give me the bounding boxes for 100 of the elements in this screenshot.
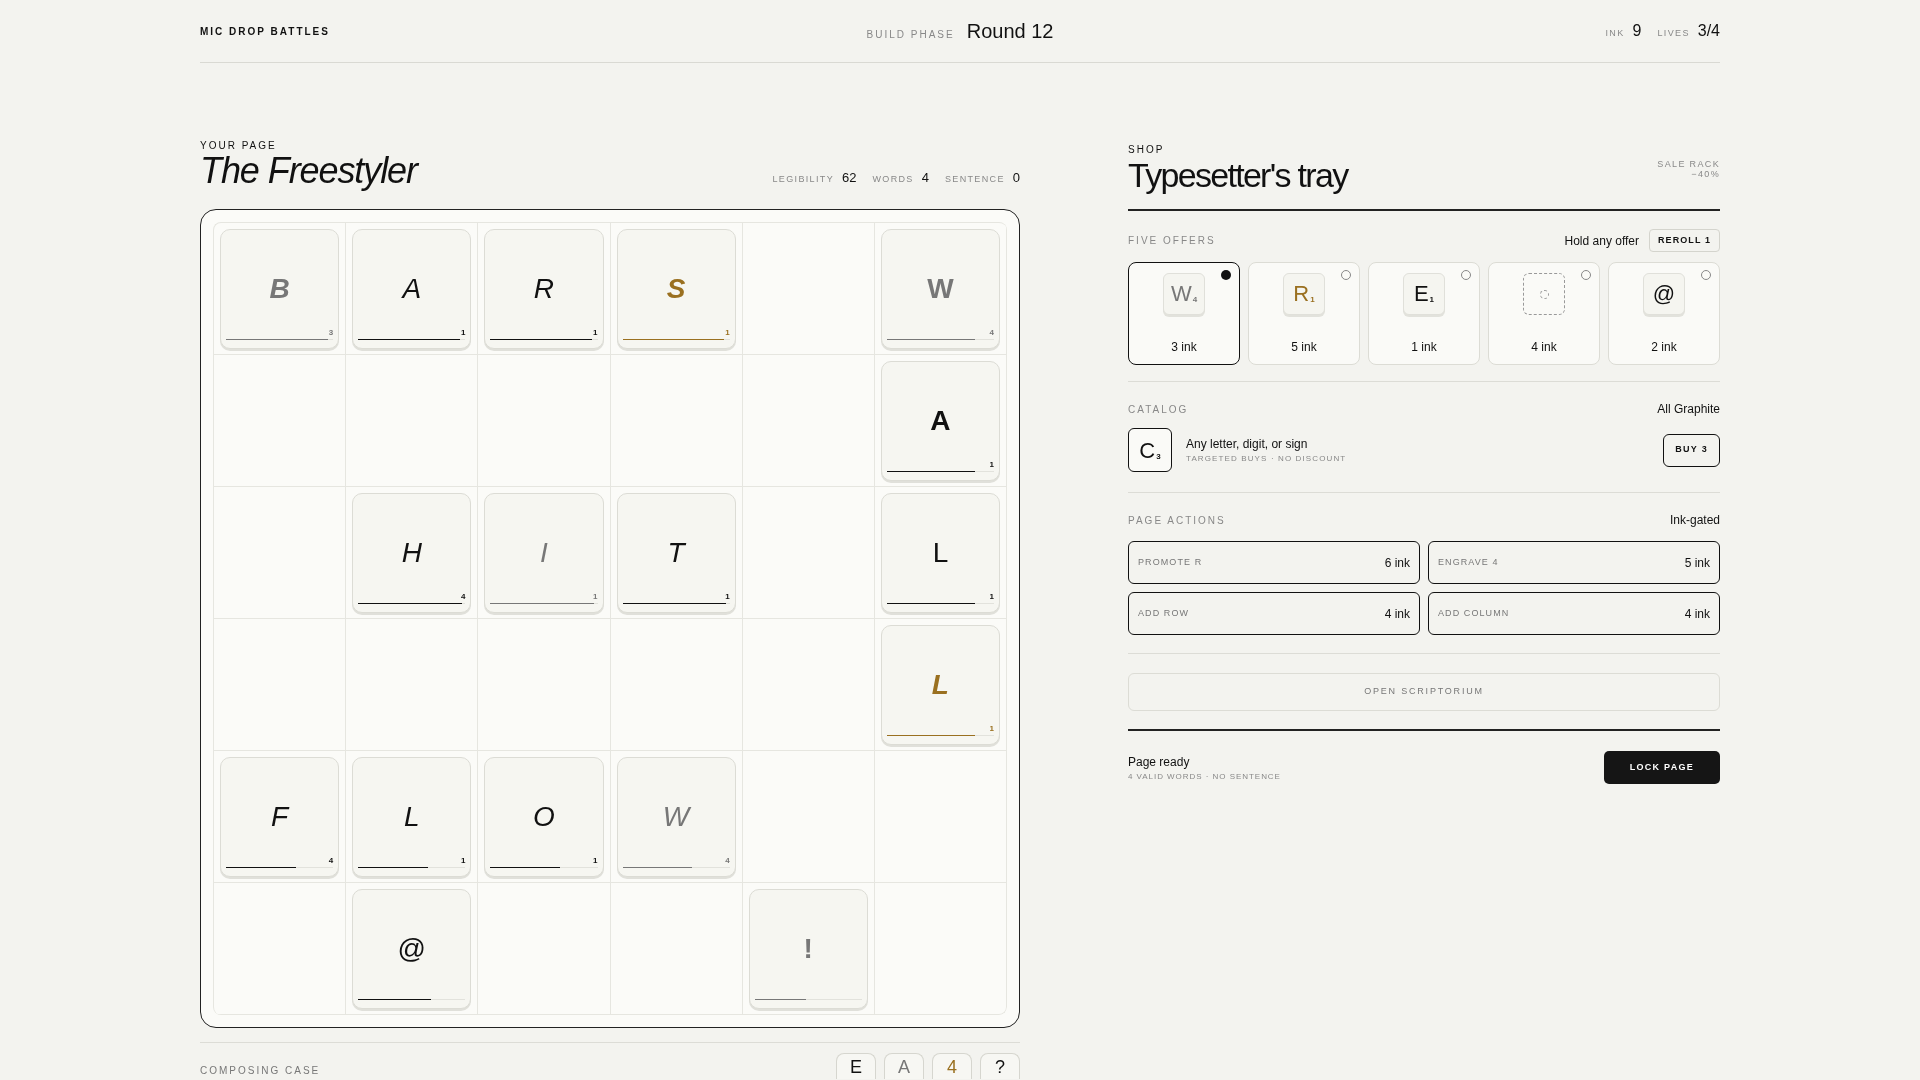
letter-tile[interactable]: R 1 bbox=[484, 229, 604, 349]
letter-tile[interactable]: F 4 bbox=[220, 757, 340, 877]
action-button[interactable]: PROMOTE R 6 ink bbox=[1128, 541, 1420, 584]
tile-letter: L bbox=[931, 671, 949, 699]
tile-points: 1 bbox=[593, 593, 598, 601]
section-label: COMPOSING CASE bbox=[200, 1064, 321, 1078]
tile-letter: S bbox=[666, 275, 686, 303]
section-eyebrow: YOUR PAGE bbox=[200, 141, 278, 151]
letter-tile[interactable]: L 1 bbox=[880, 625, 1000, 745]
offer-card[interactable]: E 1 1 ink bbox=[1368, 262, 1480, 365]
tile-points: 3 bbox=[328, 329, 334, 337]
blank-tile bbox=[1523, 273, 1565, 315]
buy-button[interactable]: BUY 3 bbox=[1663, 433, 1720, 467]
tile-points: 1 bbox=[725, 329, 730, 337]
letter-tile[interactable]: @ bbox=[352, 889, 472, 1009]
round-number: Round 12 bbox=[966, 19, 1054, 44]
letter-tile[interactable]: A bbox=[884, 1053, 924, 1079]
tile-letter: L bbox=[932, 539, 949, 567]
lock-page-button[interactable]: LOCK PAGE bbox=[1603, 751, 1720, 784]
letter-tile[interactable]: L 1 bbox=[352, 757, 472, 877]
tile-points: 1 bbox=[593, 329, 598, 337]
action-button[interactable]: ADD ROW 4 ink bbox=[1128, 592, 1420, 635]
letter-tile[interactable]: W 4 bbox=[880, 229, 1000, 349]
hint-text: Ink-gated bbox=[1669, 512, 1720, 529]
offer-price: 2 ink bbox=[1651, 339, 1677, 356]
hint-text: All Graphite bbox=[1657, 401, 1720, 418]
section-eyebrow: SHOP bbox=[1128, 145, 1166, 155]
tile-points: 1 bbox=[460, 857, 466, 865]
status-text: Page ready bbox=[1128, 753, 1191, 771]
letter-tile: R 1 bbox=[1283, 273, 1325, 315]
tile-points: 4 bbox=[328, 857, 334, 865]
sale-label: SALE RACK bbox=[1657, 159, 1720, 169]
tile-points: 1 bbox=[460, 329, 466, 337]
offer-price: 1 ink bbox=[1411, 339, 1437, 356]
letter-tile[interactable]: 4 bbox=[932, 1053, 972, 1079]
action-button[interactable]: ADD COLUMN 4 ink bbox=[1428, 592, 1720, 635]
stat-value: 3/4 bbox=[1697, 21, 1720, 41]
reroll-button[interactable]: REROLL 1 bbox=[1649, 229, 1720, 252]
letter-tile: C 3 bbox=[1128, 428, 1172, 472]
letter-tile[interactable]: E bbox=[836, 1053, 876, 1079]
tile-points: 1 bbox=[989, 593, 994, 601]
tile-letter: W bbox=[927, 275, 954, 303]
offer-card[interactable]: @ 2 ink bbox=[1608, 262, 1720, 365]
stat-value: 0 bbox=[1012, 168, 1020, 187]
offer-price: 3 ink bbox=[1171, 339, 1197, 356]
letter-tile[interactable]: S 1 bbox=[616, 229, 736, 349]
letter-tile[interactable]: I 1 bbox=[484, 493, 604, 613]
letter-tile[interactable]: H 4 bbox=[352, 493, 472, 613]
tile-points: 1 bbox=[725, 593, 730, 601]
letter-tile[interactable]: B 3 bbox=[220, 229, 340, 349]
tile-points: 1 bbox=[593, 857, 598, 865]
offer-card[interactable]: W4 3 ink bbox=[1128, 262, 1240, 365]
tile-letter: @ bbox=[397, 935, 426, 963]
letter-tile[interactable]: T 1 bbox=[616, 493, 736, 613]
letter-tile[interactable]: ! bbox=[748, 889, 868, 1009]
tile-letter: B bbox=[269, 275, 290, 303]
tile-points: 1 bbox=[989, 725, 994, 733]
shop-title: Typesetter's tray bbox=[1128, 155, 1348, 195]
letter-tile[interactable]: W 4 bbox=[616, 757, 736, 877]
tile-letter: A bbox=[402, 275, 422, 303]
scriptorium-button[interactable]: OPEN SCRIPTORIUM bbox=[1128, 673, 1720, 711]
tile-points: 4 bbox=[725, 857, 730, 865]
stat-value: 4 bbox=[921, 168, 929, 187]
tile-letter: O bbox=[533, 803, 555, 831]
tile-letter: T bbox=[667, 539, 685, 567]
action-button[interactable]: ENGRAVE 4 5 ink bbox=[1428, 541, 1720, 584]
letter-tile[interactable]: L 1 bbox=[880, 493, 1000, 613]
brand-title: MIC DROP BATTLES bbox=[200, 24, 331, 39]
letter-tile[interactable]: A 1 bbox=[880, 361, 1000, 481]
tile-letter: L bbox=[403, 803, 420, 831]
letter-tile[interactable]: O 1 bbox=[484, 757, 604, 877]
offer-card[interactable]: R 1 5 ink bbox=[1248, 262, 1360, 365]
catalog-note: TARGETED BUYS · NO DISCOUNT bbox=[1186, 453, 1348, 465]
tile-letter: F bbox=[271, 803, 289, 831]
stat-value: 9 bbox=[1632, 21, 1642, 41]
tile-letter: A bbox=[930, 407, 951, 435]
status-note: 4 VALID WORDS · NO SENTENCE bbox=[1128, 770, 1281, 783]
letter-tile: W4 bbox=[1163, 273, 1205, 315]
sale-label: −40% bbox=[1691, 169, 1720, 179]
offer-price: 4 ink bbox=[1531, 339, 1557, 356]
stat-label: LEGIBILITY bbox=[772, 172, 834, 186]
stat-label: SENTENCE bbox=[944, 172, 1005, 186]
offer-price: 5 ink bbox=[1291, 339, 1317, 356]
stat-label: WORDS bbox=[872, 172, 914, 186]
tile-letter: W bbox=[662, 803, 690, 831]
stat-label: LIVES bbox=[1657, 27, 1690, 40]
tile-letter: I bbox=[540, 539, 548, 567]
letter-tile[interactable]: A 1 bbox=[352, 229, 472, 349]
letter-tile[interactable]: ? bbox=[980, 1053, 1020, 1079]
catalog-title: Any letter, digit, or sign bbox=[1186, 436, 1309, 453]
tile-letter: ! bbox=[803, 935, 813, 963]
section-label: CATALOG bbox=[1128, 402, 1189, 417]
section-label: PAGE ACTIONS bbox=[1128, 513, 1226, 528]
phase-label: BUILD PHASE bbox=[866, 28, 955, 42]
hint-text: Hold any offer bbox=[1564, 232, 1639, 250]
tile-points: 4 bbox=[460, 593, 466, 601]
tile-letter: H bbox=[401, 539, 422, 567]
tile-letter: R bbox=[533, 275, 555, 303]
stat-label: INK bbox=[1605, 27, 1625, 40]
offer-card[interactable]: 4 ink bbox=[1488, 262, 1600, 365]
